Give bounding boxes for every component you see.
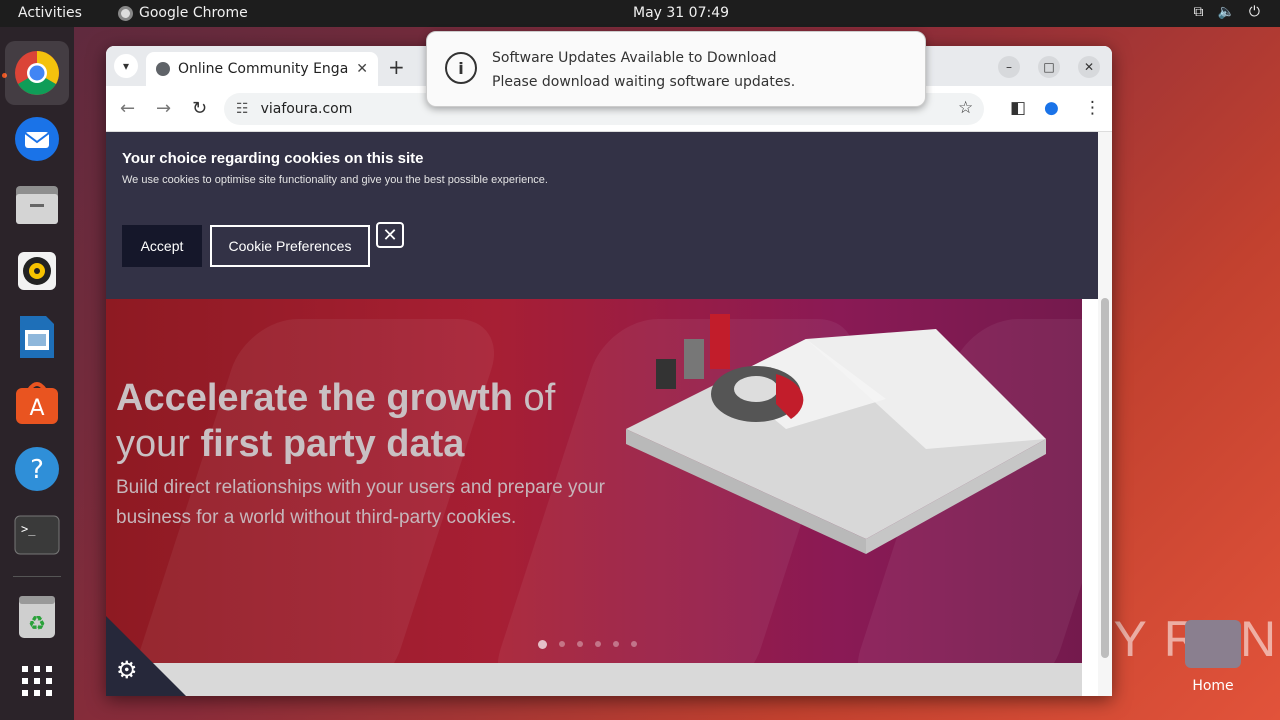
cookie-preferences-button[interactable]: Cookie Preferences [210,225,370,267]
cookie-title: Your choice regarding cookies on this si… [122,150,424,167]
forward-icon[interactable]: → [156,98,171,119]
tab-active[interactable]: Online Community Enga ✕ [146,52,378,86]
profile-icon[interactable]: ● [1044,98,1059,118]
carousel-dots [538,640,637,649]
dock: A ? >_ ♻ [0,27,74,720]
gear-icon[interactable]: ⚙ [116,656,138,684]
svg-text:?: ? [30,455,44,485]
dock-writer[interactable] [5,305,69,369]
hero-headline: Accelerate the growth of your first part… [116,375,555,467]
carousel-dot[interactable] [631,641,637,647]
chrome-window: ▾ Online Community Enga ✕ + – □ ✕ ← → ↻ … [106,46,1112,696]
page-content: Your choice regarding cookies on this si… [106,132,1098,696]
back-icon[interactable]: ← [120,98,135,119]
activities-button[interactable]: Activities [18,5,82,21]
carousel-dot[interactable] [613,641,619,647]
close-icon[interactable]: ✕ [376,222,404,248]
help-icon: ? [15,447,59,491]
dock-show-apps[interactable] [5,649,69,713]
top-bar: Activities Google Chrome May 31 07:49 ⧉ … [0,0,1280,27]
volume-icon: 🔈 [1217,4,1235,20]
writer-icon [20,316,54,358]
scrollbar-thumb[interactable] [1101,298,1109,658]
globe-icon [156,62,170,76]
reload-icon[interactable]: ↻ [192,98,207,119]
headline-bold-1: Accelerate the growth [116,377,513,419]
headline-normal-1: of [513,377,556,419]
dock-thunderbird[interactable] [5,107,69,171]
app-menu[interactable]: Google Chrome [118,5,248,21]
accept-cookies-button[interactable]: Accept [122,225,202,267]
dock-separator [13,576,61,577]
desktop-home[interactable]: Home [1183,620,1243,700]
headline-normal-2: your [116,423,201,465]
rhythmbox-icon [18,252,56,290]
hero-section: Accelerate the growth of your first part… [106,299,1082,663]
dock-help[interactable]: ? [5,437,69,501]
notification-title: Software Updates Available to Download [492,50,777,66]
update-notification[interactable]: i Software Updates Available to Download… [426,31,926,107]
system-tray[interactable]: ⧉ 🔈 ⏻ [1193,4,1260,20]
headline-bold-2: first party data [200,423,465,465]
terminal-icon: >_ [14,515,60,555]
dock-trash[interactable]: ♻ [5,585,69,649]
menu-kebab-icon[interactable]: ⋮ [1084,98,1101,118]
home-label: Home [1192,678,1234,694]
notification-body: Please download waiting software updates… [492,74,796,90]
home-folder-icon [1185,620,1241,668]
svg-text:A: A [29,396,44,421]
dock-rhythmbox[interactable] [5,239,69,303]
dock-chrome[interactable] [5,41,69,105]
url-text: viafoura.com [260,101,353,117]
clock[interactable]: May 31 07:49 [633,5,729,21]
close-window-button[interactable]: ✕ [1078,56,1100,78]
tab-close-icon[interactable]: ✕ [356,61,368,77]
site-info-icon[interactable]: ☷ [236,101,249,117]
tab-search-button[interactable]: ▾ [114,54,138,78]
network-icon: ⧉ [1193,4,1204,20]
bookmark-star-icon[interactable]: ☆ [958,98,973,118]
app-center-icon: A [16,382,58,424]
dock-terminal[interactable]: >_ [5,503,69,567]
chrome-icon [118,5,133,21]
info-icon: i [445,52,477,84]
minimize-button[interactable]: – [998,56,1020,78]
page-scrollbar[interactable] [1098,132,1112,696]
carousel-dot[interactable] [595,641,601,647]
side-panel-icon[interactable]: ◧ [1010,98,1026,118]
carousel-dot[interactable] [559,641,565,647]
carousel-dot[interactable] [538,640,547,649]
dock-app-center[interactable]: A [5,371,69,435]
grid-icon [22,666,52,696]
app-name: Google Chrome [139,5,248,21]
cookie-text: We use cookies to optimise site function… [122,174,548,186]
maximize-button[interactable]: □ [1038,56,1060,78]
thunderbird-icon [15,117,59,161]
power-icon: ⏻ [1248,4,1260,20]
hero-subtitle: Build direct relationships with your use… [116,477,605,528]
tab-title: Online Community Enga [178,61,349,77]
svg-text:♻: ♻ [28,611,46,635]
dock-files[interactable] [5,173,69,237]
phone-illustration [626,314,1046,554]
page-bottom-strip [106,663,1082,696]
carousel-dot[interactable] [577,641,583,647]
files-icon [16,186,58,224]
trash-icon: ♻ [19,596,55,638]
svg-text:>_: >_ [21,522,36,536]
chrome-icon [15,51,59,95]
new-tab-button[interactable]: + [388,55,405,79]
cookie-banner: Your choice regarding cookies on this si… [106,132,1098,299]
